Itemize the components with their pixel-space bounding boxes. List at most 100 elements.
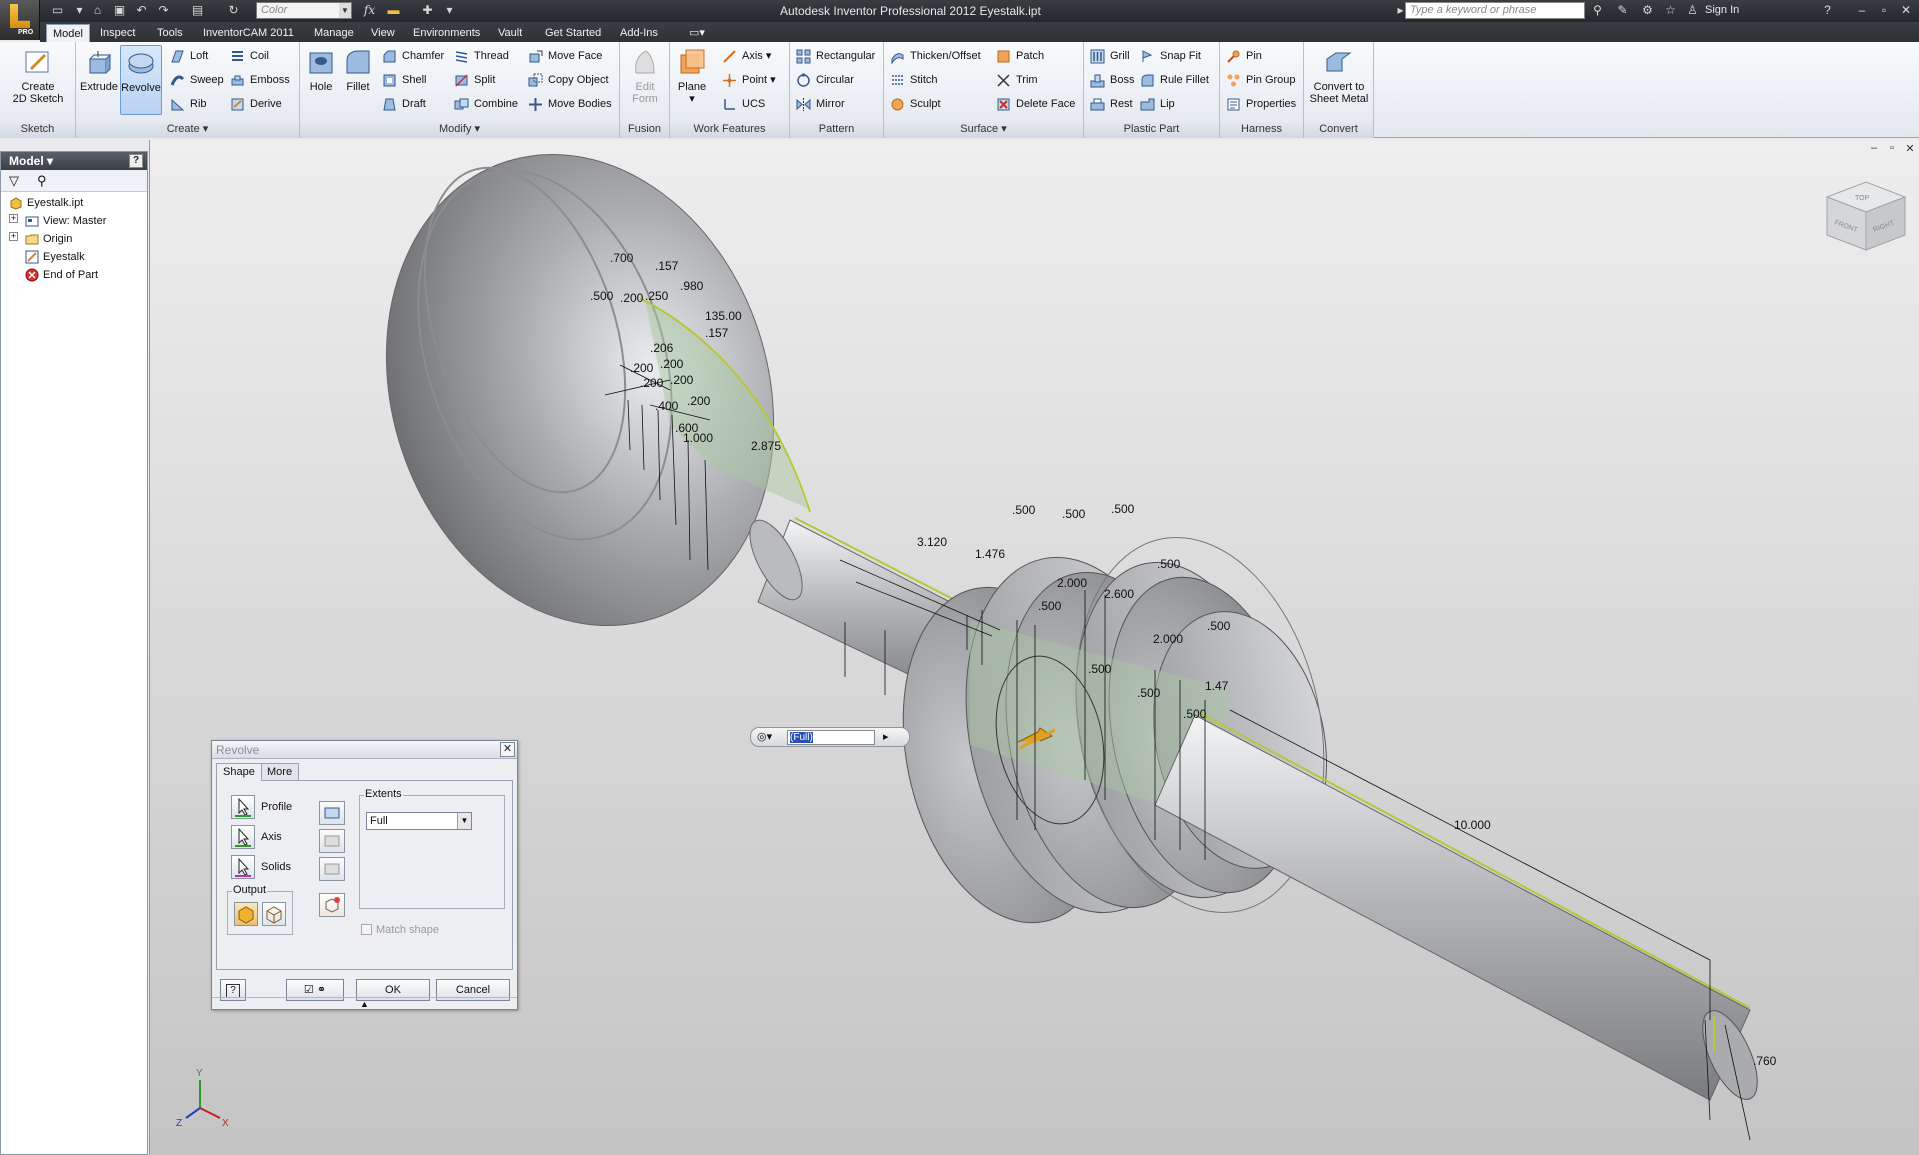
tab-environments[interactable]: Environments	[407, 24, 486, 42]
parameters-icon[interactable]: fx	[362, 3, 377, 18]
hole-button[interactable]: Hole	[304, 45, 338, 115]
application-menu-button[interactable]: PRO	[0, 0, 40, 40]
tab-manage[interactable]: Manage	[308, 24, 360, 42]
fillet-button[interactable]: Fillet	[340, 45, 376, 115]
new-icon[interactable]: ▭	[50, 3, 65, 18]
pin-group-button[interactable]: Pin Group	[1226, 70, 1296, 90]
snap-fit-button[interactable]: Snap Fit	[1140, 46, 1201, 66]
move-bodies-button[interactable]: Move Bodies	[528, 94, 612, 114]
close-button[interactable]: ✕	[1894, 2, 1918, 19]
help-icon[interactable]: ?	[1820, 3, 1835, 18]
move-face-button[interactable]: Move Face	[528, 46, 602, 66]
axis-select-button[interactable]	[231, 825, 255, 849]
mini-toolbar-apply-icon[interactable]: ▸	[883, 730, 889, 743]
plane-button[interactable]: Plane ▾	[674, 45, 710, 115]
shell-button[interactable]: Shell	[382, 70, 426, 90]
eyestalk-solid[interactable]	[327, 140, 1768, 1107]
axis-button[interactable]: Axis ▾	[722, 46, 771, 66]
minimize-button[interactable]: –	[1850, 2, 1874, 19]
trim-button[interactable]: Trim	[996, 70, 1038, 90]
sculpt-button[interactable]: Sculpt	[890, 94, 941, 114]
undo-icon[interactable]: ↶	[134, 3, 149, 18]
revolve-button[interactable]: Revolve	[120, 45, 162, 115]
tree-item-root[interactable]: Eyestalk.ipt	[9, 194, 83, 212]
extents-select[interactable]: Full ▼	[366, 812, 472, 830]
output-surface-button[interactable]	[262, 902, 286, 926]
emboss-button[interactable]: Emboss	[230, 70, 290, 90]
extents-type-icon[interactable]: ◎▾	[757, 730, 772, 743]
tab-get-started[interactable]: Get Started	[539, 24, 607, 42]
split-button[interactable]: Split	[454, 70, 495, 90]
customize-icon[interactable]: ▾	[442, 3, 457, 18]
sign-in-link[interactable]: Sign In	[1705, 4, 1739, 16]
maximize-button[interactable]: ▫	[1872, 2, 1896, 19]
rest-button[interactable]: Rest	[1090, 94, 1133, 114]
create-panel-label[interactable]: Create ▾	[76, 122, 299, 138]
tab-more[interactable]: More	[260, 763, 300, 780]
mini-toolbar-extents-field[interactable]: (Full)	[787, 730, 875, 745]
tab-inspect[interactable]: Inspect	[94, 24, 141, 42]
user-icon[interactable]: ♙	[1685, 3, 1700, 18]
subscription-icon[interactable]: ✎	[1615, 3, 1630, 18]
tree-item-origin[interactable]: Origin	[25, 230, 72, 248]
point-button[interactable]: Point ▾	[722, 70, 776, 90]
dialog-collapse-arrow-icon[interactable]: ▲	[212, 997, 517, 1009]
measure-icon[interactable]: ▬	[386, 3, 401, 18]
binoculars-icon[interactable]: ⚲	[1590, 3, 1605, 18]
output-solid-button[interactable]	[234, 902, 258, 926]
move-icon[interactable]: ✚	[420, 3, 435, 18]
convert-to-sheet-metal-button[interactable]: Convert to Sheet Metal	[1306, 45, 1372, 115]
create-2d-sketch-button[interactable]: Create 2D Sketch	[4, 45, 72, 115]
thread-button[interactable]: Thread	[454, 46, 509, 66]
tree-item-view-master[interactable]: View: Master	[25, 212, 106, 230]
rib-button[interactable]: Rib	[170, 94, 207, 114]
expand-icon[interactable]: +	[9, 214, 18, 223]
update-icon[interactable]: ↻	[226, 3, 241, 18]
intersect-button[interactable]	[319, 857, 345, 881]
surface-panel-label[interactable]: Surface ▾	[884, 122, 1083, 138]
lip-button[interactable]: Lip	[1140, 94, 1175, 114]
filter-icon[interactable]: ▽	[9, 173, 19, 189]
tree-item-end-of-part[interactable]: End of Part	[25, 266, 98, 284]
solids-select-button[interactable]	[231, 855, 255, 879]
join-button[interactable]	[319, 801, 345, 825]
project-icon[interactable]: ▤	[190, 3, 205, 18]
redo-icon[interactable]: ↷	[156, 3, 171, 18]
derive-button[interactable]: Derive	[230, 94, 282, 114]
extrude-button[interactable]: Extrude	[80, 45, 118, 115]
profile-select-button[interactable]	[231, 795, 255, 819]
thicken-offset-button[interactable]: Thicken/Offset	[890, 46, 981, 66]
coil-button[interactable]: Coil	[230, 46, 269, 66]
tab-vault[interactable]: Vault	[492, 24, 528, 42]
rectangular-pattern-button[interactable]: Rectangular	[796, 46, 875, 66]
ucs-button[interactable]: UCS	[722, 94, 765, 114]
tree-item-eyestalk[interactable]: Eyestalk	[25, 248, 85, 266]
pin-button[interactable]: Pin	[1226, 46, 1262, 66]
open-icon[interactable]: ⌂	[90, 3, 105, 18]
edit-form-button[interactable]: Edit Form	[626, 45, 664, 115]
tab-shape[interactable]: Shape	[216, 763, 262, 781]
find-binoculars-icon[interactable]: ⚲	[37, 173, 47, 189]
save-icon[interactable]: ▣	[112, 3, 127, 18]
tab-model[interactable]: Model	[46, 24, 90, 42]
browser-header[interactable]: Model ▾?	[1, 152, 147, 170]
viewcube[interactable]: TOP FRONT RIGHT	[1825, 181, 1907, 251]
tab-view[interactable]: View	[365, 24, 401, 42]
patch-button[interactable]: Patch	[996, 46, 1044, 66]
tab-add-ins[interactable]: Add-Ins	[614, 24, 664, 42]
copy-object-button[interactable]: Copy Object	[528, 70, 609, 90]
harness-properties-button[interactable]: Properties	[1226, 94, 1296, 114]
modify-panel-label[interactable]: Modify ▾	[300, 122, 619, 138]
match-shape-checkbox[interactable]	[361, 924, 372, 935]
cut-button[interactable]	[319, 829, 345, 853]
ribbon-display-icon[interactable]: ▭▾	[683, 24, 711, 42]
expand-icon[interactable]: +	[9, 232, 18, 241]
grill-button[interactable]: Grill	[1090, 46, 1130, 66]
mirror-button[interactable]: Mirror	[796, 94, 845, 114]
combine-button[interactable]: Combine	[454, 94, 518, 114]
favorites-icon[interactable]: ☆	[1663, 3, 1678, 18]
chamfer-button[interactable]: Chamfer	[382, 46, 444, 66]
browser-help-button[interactable]: ?	[129, 154, 143, 168]
loft-button[interactable]: Loft	[170, 46, 208, 66]
color-combo[interactable]: Color ▼	[256, 2, 352, 19]
